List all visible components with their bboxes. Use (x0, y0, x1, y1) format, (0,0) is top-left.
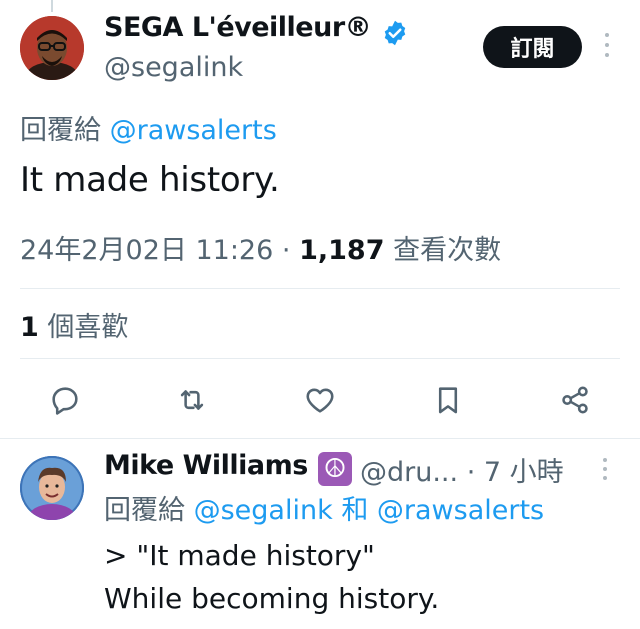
tweet-meta: 24年2月02日 11:26 · 1,187 查看次數 (20, 228, 501, 267)
views-label: 查看次數 (393, 235, 502, 266)
reply-to-link-1[interactable]: @segalink (194, 495, 333, 526)
reply-handle[interactable]: @dru... (360, 457, 458, 488)
like-icon[interactable] (300, 380, 340, 420)
reply-text-line-1: > "It made history" (104, 539, 375, 572)
verified-badge-icon (381, 19, 409, 47)
replying-to: 回覆給 @rawsalerts (20, 108, 277, 147)
likes-label: 個喜歡 (47, 312, 129, 343)
more-options-icon[interactable] (602, 33, 612, 57)
reply-author-avatar[interactable] (20, 456, 84, 520)
reply-replying-to: 回覆給 @segalink 和 @rawsalerts (104, 488, 544, 527)
avatar-image (20, 456, 84, 520)
author-name[interactable]: SEGA L'éveilleur® (104, 12, 372, 43)
likes-summary[interactable]: 1 個喜歡 (20, 305, 128, 344)
likes-count: 1 (20, 312, 39, 343)
reply-prefix: 回覆給 (20, 115, 101, 146)
share-icon[interactable] (555, 380, 595, 420)
reply-prefix: 回覆給 (104, 495, 185, 526)
retweet-icon[interactable] (172, 380, 212, 420)
reply-more-options-icon[interactable] (600, 458, 610, 480)
author-handle[interactable]: @segalink (104, 52, 243, 83)
avatar-image (20, 16, 84, 80)
divider (20, 288, 620, 289)
reply-time[interactable]: · 7 小時 (467, 457, 564, 488)
reply-text-line-2: While becoming history. (104, 582, 440, 615)
reply-conjunction: 和 (341, 495, 369, 526)
peace-symbol-icon: ☮ (318, 452, 352, 486)
reply-text: > "It made history" While becoming histo… (104, 534, 439, 620)
reply-to-link-2[interactable]: @rawsalerts (377, 495, 544, 526)
views-count: 1,187 (299, 235, 385, 266)
reply-to-link[interactable]: @rawsalerts (110, 115, 277, 146)
thread-line (51, 0, 53, 12)
timestamp[interactable]: 24年2月02日 11:26 (20, 235, 273, 266)
bookmark-icon[interactable] (428, 380, 468, 420)
reply-icon[interactable] (45, 380, 85, 420)
tweet-text: It made history. (20, 160, 280, 200)
meta-separator: · (281, 235, 291, 266)
peace-emoji: ☮ (323, 454, 347, 484)
divider (0, 438, 640, 439)
reply-author-name[interactable]: Mike Williams (104, 450, 308, 481)
reply-handle-time: @dru... · 7 小時 (360, 450, 564, 489)
subscribe-button[interactable]: 訂閱 (483, 26, 582, 68)
divider (20, 358, 620, 359)
author-avatar[interactable] (20, 16, 84, 80)
